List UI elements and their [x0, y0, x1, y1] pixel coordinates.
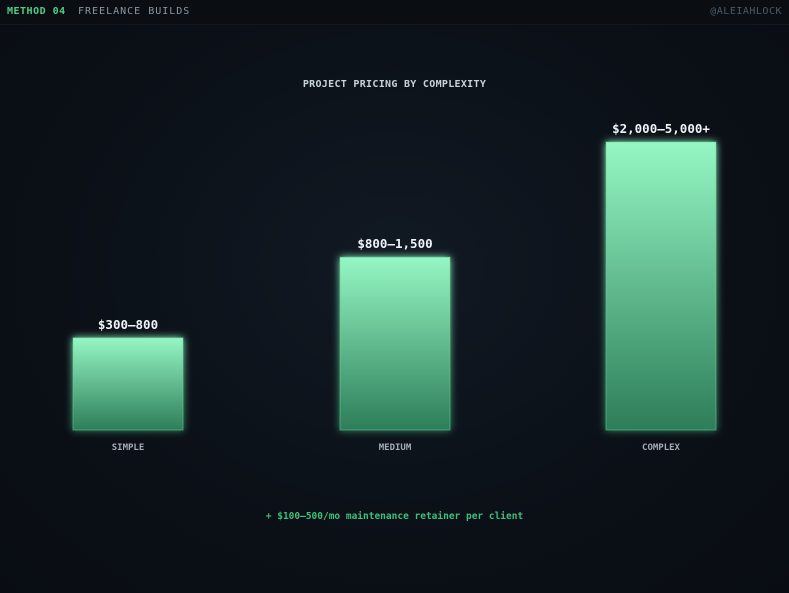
- bar-complex: [605, 141, 717, 431]
- bar-chart: $300–800 SIMPLE $800–1,500 MEDIUM $2,000–5,0…: [72, 121, 717, 453]
- category-label-medium: MEDIUM: [379, 443, 412, 453]
- value-label-medium: $800–1,500: [357, 236, 432, 251]
- value-label-complex: $2,000–5,000+: [612, 121, 710, 136]
- category-label-complex: COMPLEX: [642, 443, 681, 453]
- bar-simple: [72, 337, 184, 431]
- retainer-footnote: + $100–500/mo maintenance retainer per c…: [265, 511, 524, 522]
- value-label-simple: $300–800: [98, 317, 158, 332]
- category-label-simple: SIMPLE: [112, 443, 145, 453]
- bar-medium: [339, 256, 451, 431]
